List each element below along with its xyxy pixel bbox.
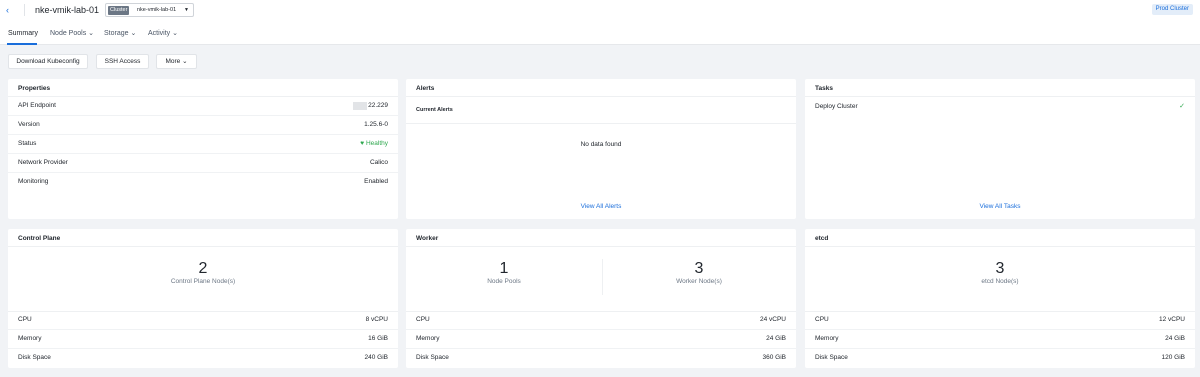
control-plane-card-header: Control Plane xyxy=(8,229,398,247)
tab-bar: Summary Node Pools ⌄ Storage ⌄ Activity … xyxy=(0,20,1200,45)
resource-label: CPU xyxy=(18,316,32,323)
prod-cluster-badge: Prod Cluster xyxy=(1151,4,1193,15)
alerts-card-header: Alerts xyxy=(406,79,796,97)
node-pools-count: 1 xyxy=(499,260,509,277)
property-label: API Endpoint xyxy=(18,102,56,109)
resource-label: CPU xyxy=(416,316,430,323)
node-pools-label: Node Pools xyxy=(487,278,521,285)
tab-storage[interactable]: Storage ⌄ xyxy=(104,29,136,38)
resource-row-cpu: CPU 8 vCPU xyxy=(8,311,398,330)
property-label: Status xyxy=(18,140,37,147)
property-value: 1.25.6-0 xyxy=(364,121,388,128)
resource-row-memory: Memory 24 GiB xyxy=(805,330,1195,349)
etcd-node-label: etcd Node(s) xyxy=(981,278,1019,285)
resource-label: Memory xyxy=(18,335,42,342)
property-row-monitoring: Monitoring Enabled xyxy=(8,173,398,192)
no-data-message: No data found xyxy=(580,141,622,148)
property-value: Calico xyxy=(369,159,388,166)
etcd-card-header: etcd xyxy=(805,229,1195,247)
resource-value: 360 GiB xyxy=(762,354,787,361)
ssh-access-button[interactable]: SSH Access xyxy=(96,54,149,69)
alerts-title: Alerts xyxy=(416,85,435,92)
resource-label: Disk Space xyxy=(416,354,449,361)
download-kubeconfig-button[interactable]: Download Kubeconfig xyxy=(8,54,88,69)
tasks-title: Tasks xyxy=(815,85,833,92)
resource-row-disk: Disk Space 120 GiB xyxy=(805,349,1195,368)
resource-label: Disk Space xyxy=(815,354,848,361)
resource-label: Memory xyxy=(416,335,440,342)
property-row-api-endpoint: API Endpoint 22.229 xyxy=(8,97,398,116)
resource-row-memory: Memory 24 GiB xyxy=(406,330,796,349)
properties-card: Properties API Endpoint 22.229 Version 1… xyxy=(8,79,398,219)
worker-node-count: 3 xyxy=(694,260,704,277)
status-value: ♥ Healthy xyxy=(360,140,388,148)
etcd-title: etcd xyxy=(815,235,829,242)
resource-label: Memory xyxy=(815,335,839,342)
worker-card: Worker 1 Node Pools 3 Worker Node(s) CPU… xyxy=(406,229,796,368)
resource-label: Disk Space xyxy=(18,354,51,361)
resource-row-disk: Disk Space 360 GiB xyxy=(406,349,796,368)
resource-value: 16 GiB xyxy=(368,335,388,342)
resource-value: 8 vCPU xyxy=(365,316,388,323)
tab-activity[interactable]: Activity ⌄ xyxy=(148,29,178,38)
tasks-card-header: Tasks xyxy=(805,79,1195,97)
properties-title: Properties xyxy=(18,85,51,92)
back-arrow-icon[interactable]: ‹ xyxy=(6,5,14,15)
property-label: Monitoring xyxy=(18,178,49,185)
header-divider xyxy=(24,4,25,16)
worker-node-label: Worker Node(s) xyxy=(676,278,722,285)
resource-value: 24 vCPU xyxy=(759,316,786,323)
resource-label: CPU xyxy=(815,316,829,323)
control-plane-title: Control Plane xyxy=(18,235,61,242)
property-value: 22.229 xyxy=(353,102,388,110)
resource-row-memory: Memory 16 GiB xyxy=(8,330,398,349)
page-title: nke-vmik-lab-01 xyxy=(35,5,100,15)
property-label: Network Provider xyxy=(18,159,68,166)
resource-value: 24 GiB xyxy=(766,335,786,342)
status-text: Healthy xyxy=(365,140,388,147)
chevron-down-icon: ▼ xyxy=(184,7,189,13)
tab-node-pools[interactable]: Node Pools ⌄ xyxy=(50,29,94,38)
alerts-card: Alerts Current Alerts No data found View… xyxy=(406,79,796,219)
etcd-node-count: 3 xyxy=(995,260,1005,277)
resource-row-cpu: CPU 24 vCPU xyxy=(406,311,796,330)
control-plane-card: Control Plane 2 Control Plane Node(s) CP… xyxy=(8,229,398,368)
property-row-status: Status ♥ Healthy xyxy=(8,135,398,154)
api-endpoint-value: 22.229 xyxy=(368,102,388,109)
properties-card-header: Properties xyxy=(8,79,398,97)
cluster-selector[interactable]: Cluster nke-vmik-lab-01 ▼ xyxy=(105,3,194,17)
more-button[interactable]: More ⌄ xyxy=(156,54,197,69)
property-label: Version xyxy=(18,121,40,128)
resource-value: 120 GiB xyxy=(1161,354,1186,361)
top-bar: ‹ nke-vmik-lab-01 Cluster nke-vmik-lab-0… xyxy=(0,0,1200,20)
redacted-ip-block xyxy=(353,102,368,110)
view-all-tasks-link[interactable]: View All Tasks xyxy=(805,203,1195,211)
active-tab-indicator xyxy=(7,43,37,45)
alerts-divider xyxy=(406,123,796,124)
cluster-selector-value: nke-vmik-lab-01 xyxy=(137,7,177,13)
resource-row-cpu: CPU 12 vCPU xyxy=(805,311,1195,330)
worker-title: Worker xyxy=(416,235,439,242)
control-plane-node-label: Control Plane Node(s) xyxy=(170,278,236,285)
task-deploy-cluster[interactable]: Deploy Cluster xyxy=(815,103,858,111)
property-row-network-provider: Network Provider Calico xyxy=(8,154,398,173)
property-row-version: Version 1.25.6-0 xyxy=(8,116,398,135)
resource-value: 240 GiB xyxy=(364,354,389,361)
property-value: Enabled xyxy=(364,178,388,185)
resource-value: 24 GiB xyxy=(1165,335,1185,342)
tasks-card: Tasks Deploy Cluster ✓ View All Tasks xyxy=(805,79,1195,219)
tab-summary[interactable]: Summary xyxy=(8,29,38,38)
cluster-tag: Cluster xyxy=(108,6,130,15)
resource-row-disk: Disk Space 240 GiB xyxy=(8,349,398,368)
resource-value: 12 vCPU xyxy=(1158,316,1185,323)
etcd-card: etcd 3 etcd Node(s) CPU 12 vCPU Memory 2… xyxy=(805,229,1195,368)
control-plane-node-count: 2 xyxy=(198,260,208,277)
current-alerts-label: Current Alerts xyxy=(416,107,453,113)
view-all-alerts-link[interactable]: View All Alerts xyxy=(406,203,796,211)
worker-card-header: Worker xyxy=(406,229,796,247)
check-icon: ✓ xyxy=(1179,103,1185,110)
